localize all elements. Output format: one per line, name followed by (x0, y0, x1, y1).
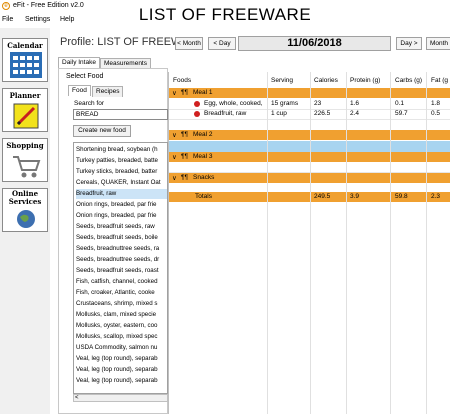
list-item[interactable]: Crustaceans, shrimp, mixed s (76, 299, 167, 309)
list-item[interactable]: Turkey sticks, breaded, batter (76, 167, 167, 177)
menu-help[interactable]: Help (60, 16, 74, 23)
meal-name: Meal 3 (193, 153, 213, 160)
list-item[interactable]: Seeds, breadfruit seeds, roast (76, 266, 167, 276)
col-header-calories[interactable]: Calories (314, 77, 338, 84)
nav-online-services-button[interactable]: Online Services (2, 188, 48, 232)
prev-month-button[interactable]: < Month (175, 37, 203, 50)
list-item[interactable]: Seeds, breadnuttree seeds, dr (76, 255, 167, 265)
list-item[interactable]: Turkey patties, breaded, batte (76, 156, 167, 166)
column-divider (267, 72, 268, 414)
pencil-icon (13, 103, 39, 129)
column-divider (426, 72, 427, 414)
meal-table: Foods Serving Calories Protein (g) Carbs… (168, 72, 450, 414)
list-item[interactable]: Breadfruit, raw (76, 189, 167, 199)
serving-cell: 15 grams (271, 100, 299, 107)
calories-cell: 226.5 (314, 110, 331, 117)
col-header-serving[interactable]: Serving (271, 77, 293, 84)
col-header-carbs[interactable]: Carbs (g) (395, 77, 422, 84)
food-list[interactable]: Shortening bread, soybean (h Turkey patti… (73, 142, 168, 394)
search-input[interactable]: BREAD (73, 109, 168, 120)
list-item[interactable]: Mollusks, clam, mixed specie (76, 310, 167, 320)
protein-cell: 1.6 (350, 100, 360, 107)
list-item[interactable]: Shortening bread, soybean (h (76, 145, 167, 155)
list-item[interactable]: Mollusks, oyster, eastern, coo (76, 321, 167, 331)
meal-name: Meal 2 (193, 131, 213, 138)
serving-cell: 1 cup (271, 110, 287, 117)
prev-day-button[interactable]: < Day (208, 37, 236, 50)
nav-planner-button[interactable]: Planner (2, 88, 48, 132)
expand-icon[interactable]: ∨ (172, 153, 177, 161)
col-header-fat[interactable]: Fat (g (431, 77, 448, 84)
list-item[interactable]: Fish, croaker, Atlantic, cooke (76, 288, 167, 298)
totals-calories: 249.5 (314, 193, 331, 200)
menu-bar: File Settings Help (0, 14, 450, 26)
list-item[interactable]: Fish, catfish, channel, cooked (76, 277, 167, 287)
tab-recipes[interactable]: Recipes (92, 86, 124, 97)
shopping-cart-icon (13, 156, 41, 178)
cutlery-icon: ¶¶ (181, 89, 188, 96)
cutlery-icon: ¶¶ (181, 174, 188, 181)
totals-fat: 2.3 (431, 193, 441, 200)
food-cell: Breadfruit, raw (204, 110, 247, 117)
menu-settings[interactable]: Settings (25, 16, 50, 23)
totals-protein: 3.9 (350, 193, 360, 200)
menu-file[interactable]: File (2, 16, 13, 23)
tab-food[interactable]: Food (68, 85, 91, 96)
list-item[interactable]: Seeds, breadnuttree seeds, ra (76, 244, 167, 254)
tab-daily-intake[interactable]: Daily Intake (58, 57, 100, 68)
meal-name: Meal 1 (193, 89, 213, 96)
expand-icon[interactable]: ∨ (172, 174, 177, 182)
column-divider (346, 72, 347, 414)
food-list-scrollbar[interactable]: < (73, 394, 168, 402)
list-item[interactable]: Mollusks, scallop, mixed spec (76, 332, 167, 342)
nav-shopping-button[interactable]: Shopping (2, 138, 48, 182)
current-date[interactable]: 11/06/2018 (238, 36, 391, 51)
nav-calendar-label: Calendar (7, 41, 43, 50)
list-item[interactable]: Onion rings, breaded, par frie (76, 211, 167, 221)
apple-icon (194, 101, 200, 107)
list-item[interactable]: USDA Commodity, salmon nu (76, 343, 167, 353)
column-divider (310, 72, 311, 414)
col-header-protein[interactable]: Protein (g) (350, 77, 380, 84)
search-label: Search for (74, 100, 104, 107)
nav-calendar-button[interactable]: Calendar (2, 38, 48, 82)
carbs-cell: 0.1 (395, 100, 405, 107)
list-item[interactable]: Veal, leg (top round), separab (76, 365, 167, 375)
meal-name: Snacks (193, 174, 215, 181)
expand-icon[interactable]: ∨ (172, 89, 177, 97)
list-item[interactable]: Veal, leg (top round), separab (76, 354, 167, 364)
list-item[interactable]: Seeds, breadfruit seeds, boile (76, 233, 167, 243)
list-item[interactable]: Seeds, breadfruit seeds, raw (76, 222, 167, 232)
protein-cell: 2.4 (350, 110, 360, 117)
fat-cell: 1.8 (431, 100, 441, 107)
totals-label: Totals (195, 193, 212, 200)
col-header-foods[interactable]: Foods (173, 77, 191, 84)
list-item[interactable]: Cereals, QUAKER, Instant Oat (76, 178, 167, 188)
carbs-cell: 59.7 (395, 110, 408, 117)
cutlery-icon: ¶¶ (181, 131, 188, 138)
scroll-left-icon[interactable]: < (75, 395, 79, 401)
calories-cell: 23 (314, 100, 322, 107)
nav-shopping-label: Shopping (6, 141, 44, 150)
calendar-icon (10, 52, 42, 78)
list-item[interactable]: Veal, leg (top round), separab (76, 376, 167, 386)
nav-online-services-label: Online Services (8, 189, 42, 206)
cutlery-icon: ¶¶ (181, 153, 188, 160)
create-food-button[interactable]: Create new food (73, 125, 131, 137)
apple-icon (194, 111, 200, 117)
globe-icon (17, 210, 35, 228)
select-food-label: Select Food (66, 73, 104, 80)
next-month-button[interactable]: Month (426, 37, 450, 50)
totals-carbs: 59.8 (395, 193, 408, 200)
fat-cell: 0.5 (431, 110, 441, 117)
list-item[interactable]: Onion rings, breaded, par frie (76, 200, 167, 210)
food-cell: Egg, whole, cooked, (204, 100, 263, 107)
nav-planner-label: Planner (9, 91, 41, 100)
column-divider (390, 72, 391, 414)
expand-icon[interactable]: ∨ (172, 131, 177, 139)
next-day-button[interactable]: Day > (396, 37, 422, 50)
